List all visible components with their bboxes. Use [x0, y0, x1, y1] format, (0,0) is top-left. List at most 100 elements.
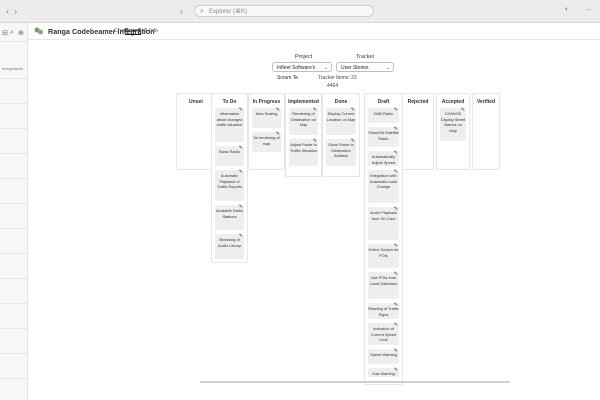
- tab-chat[interactable]: Chat: [114, 28, 125, 34]
- divider: [0, 228, 27, 229]
- app-header: Ranga Codebeamer Integration Chat Board …: [28, 23, 600, 40]
- column-title: Done: [334, 99, 348, 105]
- tracker-select[interactable]: User Stories ⌄: [336, 62, 394, 72]
- search-icon: ⌕: [200, 8, 204, 15]
- board-card[interactable]: Speed Warning ✎: [368, 348, 399, 364]
- board-card[interactable]: Reading of Traffic Signs ✎: [368, 302, 399, 319]
- edit-icon[interactable]: ✎: [394, 169, 398, 176]
- divider: [0, 41, 27, 42]
- divider: [0, 153, 27, 154]
- search-text: Explorer (⌘K): [209, 9, 248, 15]
- edit-icon[interactable]: ✎: [394, 243, 398, 250]
- edit-icon[interactable]: ✎: [394, 367, 398, 374]
- edit-icon[interactable]: ✎: [394, 126, 398, 133]
- edit-icon[interactable]: ✎: [394, 322, 398, 329]
- board-card[interactable]: 3d rendering of map ✎: [252, 131, 281, 152]
- board-card[interactable]: Gas Warning ✎: [368, 367, 399, 377]
- card-title: Auto Scaling: [255, 111, 278, 116]
- tab-info[interactable]: Info: [149, 28, 158, 34]
- board-card[interactable]: Available Radio Stations ✎: [215, 204, 244, 230]
- app-logo-icon: [34, 27, 43, 35]
- column-title: Draft: [377, 99, 390, 105]
- edit-icon[interactable]: ✎: [239, 233, 243, 240]
- board-card[interactable]: Indication of Current Speed Limit ✎: [368, 322, 399, 345]
- divider: [0, 253, 27, 254]
- divider: [0, 378, 27, 379]
- edit-icon[interactable]: ✎: [239, 169, 243, 176]
- board-card[interactable]: Use POIs from Local Database ✎: [368, 271, 399, 299]
- board-card[interactable]: Information about changed traffic situat…: [215, 107, 244, 142]
- back-icon[interactable]: ‹: [6, 6, 9, 16]
- more-icon[interactable]: ⋯: [585, 6, 592, 14]
- board-card[interactable]: Auto Scaling ✎: [252, 107, 281, 128]
- board-column-draft: Draft DAB Radio ✎ SiriusXM Satellite Radio ✎…: [364, 93, 403, 385]
- browser-toolbar: ‹ › ‹ ⌕ Explorer (⌘K) ◐ ⋯: [0, 0, 600, 23]
- board-column-to-do: To Do Information about changed traffic s…: [211, 93, 248, 263]
- card-title: Browsing of Audio Library: [218, 237, 241, 248]
- card-title: Gas Warning: [372, 371, 395, 376]
- edit-icon[interactable]: ✎: [239, 204, 243, 211]
- panel-toggle-icon[interactable]: ⊟: [2, 29, 8, 37]
- card-title: Basic Radio: [219, 149, 240, 154]
- new-icon[interactable]: ⊕: [18, 29, 24, 37]
- sidebar-item-label[interactable]: Integrations: [2, 66, 23, 71]
- chevron-left-icon[interactable]: ‹: [180, 6, 183, 16]
- tab-bnli[interactable]: Bnli: [138, 28, 147, 34]
- board-card[interactable]: Adjust Route to Traffic Situation ✎: [289, 138, 318, 166]
- forward-icon[interactable]: ›: [14, 6, 17, 16]
- edit-icon[interactable]: ✎: [394, 302, 398, 309]
- board-card[interactable]: Show Route to Destination Address ✎: [326, 138, 356, 166]
- column-title: To Do: [222, 99, 237, 105]
- edit-icon[interactable]: ✎: [239, 107, 243, 114]
- edit-icon[interactable]: ✎: [313, 138, 317, 145]
- chevron-down-icon: ⌄: [385, 65, 390, 71]
- tracker-id: 4464: [327, 83, 339, 89]
- edit-icon[interactable]: ✎: [394, 206, 398, 213]
- board-card[interactable]: CHANGE Display Street Names on Map ✎: [440, 107, 466, 141]
- edit-icon[interactable]: ✎: [276, 131, 280, 138]
- edit-icon[interactable]: ✎: [394, 348, 398, 355]
- board-card[interactable]: Basic Radio ✎: [215, 145, 244, 166]
- profile-icon[interactable]: ◐: [565, 6, 569, 13]
- edit-icon[interactable]: ✎: [394, 107, 398, 114]
- edit-icon[interactable]: ✎: [276, 107, 280, 114]
- sidebar: ⊟ ⌕ ⊕ Integrations: [0, 23, 28, 400]
- divider: [0, 178, 27, 179]
- card-title: CHANGE Display Street Names on Map: [440, 111, 466, 133]
- column-title: In Progress: [252, 99, 281, 105]
- board-card[interactable]: SiriusXM Satellite Radio ✎: [368, 126, 399, 147]
- board-card[interactable]: Automatically Adjust Speed ✎: [368, 150, 399, 166]
- board-card[interactable]: Display Current Location on Map ✎: [326, 107, 356, 135]
- column-title: Rejected: [407, 99, 429, 105]
- board-column-verified: Verified: [472, 93, 500, 170]
- board-card[interactable]: DAB Radio ✎: [368, 107, 399, 123]
- search-icon[interactable]: ⌕: [10, 29, 14, 37]
- board-card[interactable]: Rendering of Destination on Map ✎: [289, 107, 318, 135]
- tracker-items-count: Tracker Items: 23: [318, 75, 357, 81]
- column-title: Unset: [189, 99, 203, 105]
- divider: [0, 328, 27, 329]
- edit-icon[interactable]: ✎: [351, 138, 355, 145]
- edit-icon[interactable]: ✎: [394, 150, 398, 157]
- card-title: Indication of Current Speed Limit: [370, 326, 397, 342]
- project-select[interactable]: Infleet Software's Scrum Te ⌄: [272, 62, 332, 81]
- divider: [0, 78, 27, 79]
- board-card[interactable]: Online Search for POIs ✎: [368, 243, 399, 268]
- divider: [0, 278, 27, 279]
- search-input[interactable]: ⌕ Explorer (⌘K): [194, 5, 374, 17]
- card-title: DAB Radio: [373, 111, 394, 116]
- edit-icon[interactable]: ✎: [461, 107, 465, 114]
- board-card[interactable]: Audio Playback from SD Card ✎: [368, 206, 399, 240]
- edit-icon[interactable]: ✎: [313, 107, 317, 114]
- board-column-unset: Unset: [176, 93, 216, 170]
- board-column-in-progress: In Progress Auto Scaling ✎ 3d rendering of …: [248, 93, 285, 170]
- column-title: Accepted: [441, 99, 465, 105]
- board-card[interactable]: Browsing of Audio Library ✎: [215, 233, 244, 259]
- horizontal-scrollbar[interactable]: [200, 381, 510, 383]
- edit-icon[interactable]: ✎: [394, 271, 398, 278]
- board-card[interactable]: Integration with Automatic Lane Change ✎: [368, 169, 399, 203]
- board-card[interactable]: Automatic Playback of Traffic Reports ✎: [215, 169, 244, 201]
- edit-icon[interactable]: ✎: [351, 107, 355, 114]
- edit-icon[interactable]: ✎: [239, 145, 243, 152]
- divider: [0, 203, 27, 204]
